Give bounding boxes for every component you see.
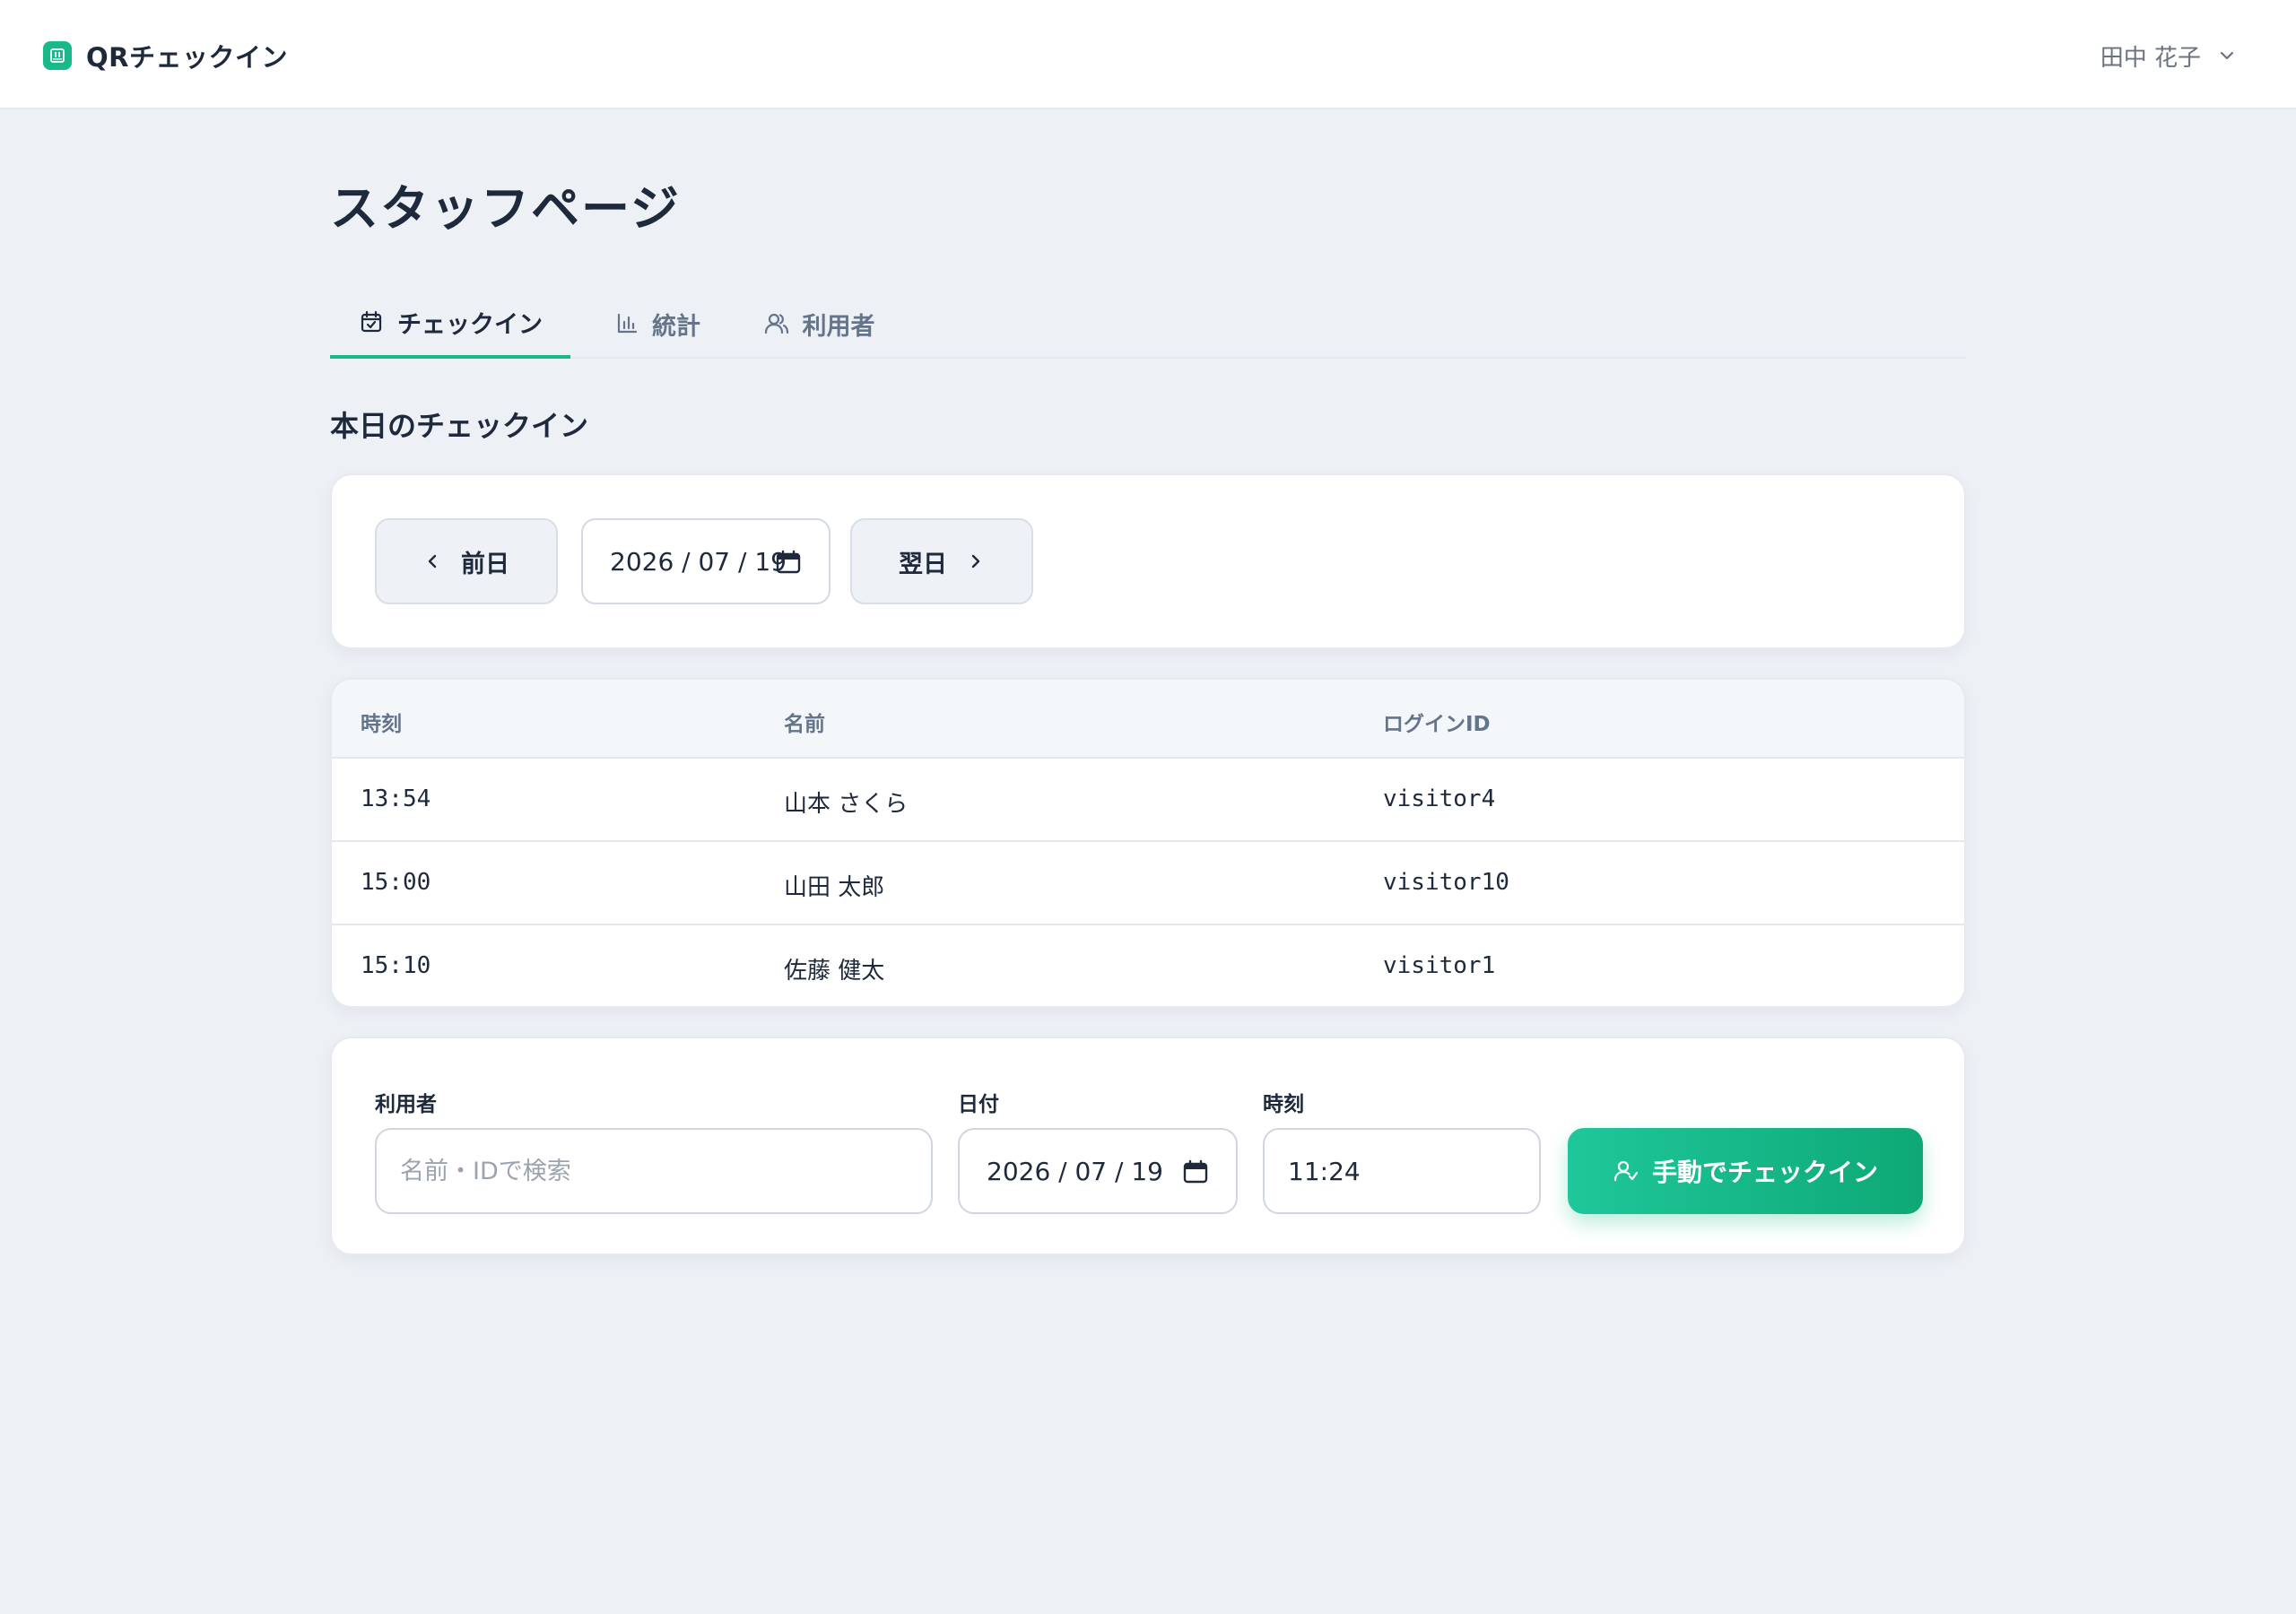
chevron-right-icon [967, 552, 985, 570]
calendar-icon[interactable] [775, 549, 802, 576]
table-row: 15:10 佐藤 健太 visitor1 [332, 925, 1964, 1006]
tab-label: 利用者 [802, 312, 875, 341]
next-day-button[interactable]: 翌日 [850, 518, 1033, 604]
time-field-label: 時刻 [1263, 1093, 1304, 1116]
calendar-icon[interactable] [1182, 1158, 1209, 1185]
manual-checkin-label: 手動でチェックイン [1651, 1158, 1878, 1187]
next-day-label: 翌日 [899, 550, 947, 578]
checkin-date-value: 2026 / 07 / 19 [987, 1156, 1163, 1186]
column-header-name: 名前 [784, 713, 825, 736]
app-name: QRチェックイン [86, 42, 288, 73]
cell-name: 山田 太郎 [784, 874, 885, 901]
cell-time: 15:10 [361, 952, 431, 979]
user-field-label: 利用者 [375, 1093, 437, 1116]
cell-name: 山本 さくら [784, 791, 909, 818]
user-menu[interactable]: 田中 花子 [2100, 34, 2237, 77]
users-icon [763, 310, 790, 337]
qr-logo-icon [43, 41, 72, 70]
column-header-time: 時刻 [361, 713, 402, 736]
user-check-icon [1613, 1158, 1639, 1184]
checkin-table: 時刻 名前 ログインID 13:54 山本 さくら visitor4 15:00… [330, 678, 1966, 1008]
date-field-label: 日付 [958, 1093, 999, 1116]
table-header: 時刻 名前 ログインID [332, 680, 1964, 759]
tab-label: 統計 [652, 312, 700, 341]
bar-chart-icon [614, 311, 639, 336]
tab-checkin[interactable]: チェックイン [330, 289, 570, 359]
tab-users[interactable]: 利用者 [748, 289, 890, 359]
cell-login-id: visitor1 [1383, 952, 1496, 979]
column-header-login-id: ログインID [1383, 713, 1491, 736]
previous-day-button[interactable]: 前日 [375, 518, 558, 604]
brand[interactable]: QRチェックイン [43, 36, 288, 75]
table-row: 13:54 山本 さくら visitor4 [332, 759, 1964, 842]
checkin-time-value: 11:24 [1288, 1156, 1361, 1186]
cell-login-id: visitor10 [1383, 869, 1509, 896]
table-row: 15:00 山田 太郎 visitor10 [332, 842, 1964, 925]
section-title: 本日のチェックイン [330, 409, 589, 443]
tab-statistics[interactable]: 統計 [599, 289, 716, 359]
manual-checkin-form: 利用者 日付 時刻 2026 / 07 / 19 11:24 手動でチェックイン [330, 1037, 1966, 1255]
cell-name: 佐藤 健太 [784, 958, 885, 985]
page-title: スタッフページ [330, 180, 681, 237]
tab-bar: チェックイン 統計 利用者 [330, 289, 1966, 359]
tab-label: チェックイン [397, 310, 543, 339]
cell-time: 13:54 [361, 785, 431, 812]
cell-login-id: visitor4 [1383, 785, 1496, 812]
top-bar: QRチェックイン 田中 花子 [0, 0, 2296, 109]
previous-day-label: 前日 [461, 550, 509, 578]
checkin-time-field[interactable]: 11:24 [1263, 1128, 1541, 1214]
date-value: 2026 / 07 / 19 [610, 546, 787, 577]
calendar-check-icon [358, 308, 385, 335]
date-navigation-card: 前日 2026 / 07 / 19 翌日 [330, 473, 1966, 649]
user-search-field[interactable] [375, 1128, 933, 1214]
checkin-date-field[interactable]: 2026 / 07 / 19 [958, 1128, 1238, 1214]
manual-checkin-button[interactable]: 手動でチェックイン [1568, 1128, 1923, 1214]
chevron-left-icon [423, 552, 441, 570]
date-picker[interactable]: 2026 / 07 / 19 [581, 518, 831, 604]
chevron-down-icon [2217, 46, 2237, 65]
user-search-input[interactable] [400, 1157, 902, 1185]
cell-time: 15:00 [361, 869, 431, 896]
user-name: 田中 花子 [2100, 44, 2201, 72]
